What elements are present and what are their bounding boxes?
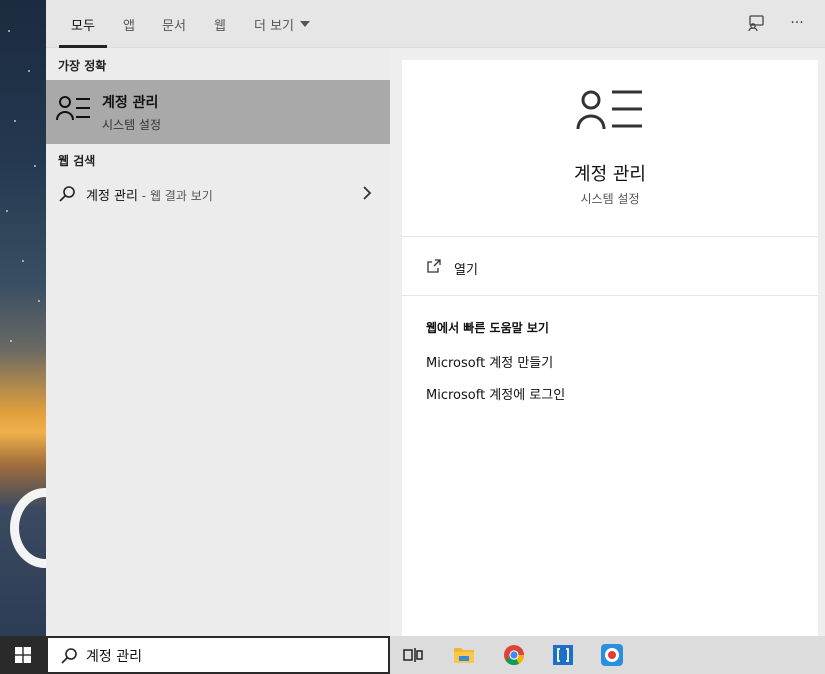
- open-label: 열기: [454, 263, 478, 278]
- divider: [402, 295, 818, 296]
- chevron-right-icon: [363, 186, 372, 200]
- wallpaper-logo: [10, 488, 46, 568]
- search-input[interactable]: [86, 644, 376, 668]
- results-list: 가장 정확 계정 관리 시스템 설정 웹 검색 계정 관리 - 웹 결과 보기: [46, 48, 390, 636]
- filter-tabs: 모두 앱 문서 웹 더 보기 ···: [46, 0, 825, 48]
- task-view-icon[interactable]: [398, 640, 428, 670]
- taskbar-search-box[interactable]: [46, 636, 390, 674]
- help-link-create-account[interactable]: Microsoft 계정 만들기: [426, 352, 553, 371]
- help-heading: 웹에서 빠른 도움말 보기: [426, 321, 549, 335]
- feedback-icon[interactable]: [745, 12, 767, 34]
- chevron-down-icon: [300, 21, 311, 27]
- search-panel: 모두 앱 문서 웹 더 보기 ··· 가장 정확 계정 관리 시스템 설정 웹 …: [46, 0, 825, 636]
- tab-apps[interactable]: 앱: [123, 0, 135, 48]
- open-external-icon: [427, 259, 441, 273]
- web-search-heading: 웹 검색: [58, 154, 96, 168]
- preview-title: 계정 관리: [574, 164, 646, 185]
- tab-web[interactable]: 웹: [214, 0, 226, 48]
- desktop-wallpaper: [0, 0, 46, 636]
- web-result-suffix: - 웹 결과 보기: [137, 189, 213, 203]
- preview-subtitle: 시스템 설정: [580, 192, 640, 206]
- more-options-icon[interactable]: ···: [786, 12, 808, 34]
- tab-documents[interactable]: 문서: [162, 0, 186, 48]
- best-match-heading: 가장 정확: [58, 59, 107, 73]
- file-explorer-icon[interactable]: [449, 640, 479, 670]
- account-list-icon: [576, 90, 642, 130]
- search-icon: [61, 648, 77, 664]
- tab-all[interactable]: 모두: [59, 0, 107, 48]
- app-record-icon[interactable]: [597, 640, 627, 670]
- start-button[interactable]: [0, 636, 46, 674]
- windows-logo-icon: [15, 647, 31, 663]
- best-match-subtitle: 시스템 설정: [102, 118, 162, 132]
- web-result-item[interactable]: 계정 관리 - 웹 결과 보기: [46, 178, 390, 210]
- app-bracket-icon[interactable]: [548, 640, 578, 670]
- tab-more[interactable]: 더 보기: [254, 0, 311, 48]
- best-match-item[interactable]: 계정 관리 시스템 설정: [46, 80, 390, 144]
- search-icon: [59, 186, 75, 202]
- best-match-title: 계정 관리: [102, 95, 159, 111]
- divider: [402, 236, 818, 237]
- chrome-icon[interactable]: [499, 640, 529, 670]
- help-link-sign-in[interactable]: Microsoft 계정에 로그인: [426, 384, 565, 403]
- preview-pane: 계정 관리 시스템 설정 열기 웹에서 빠른 도움말 보기 Microsoft …: [402, 60, 818, 636]
- open-button[interactable]: 열기: [402, 250, 818, 290]
- taskbar: [0, 636, 825, 674]
- account-list-icon: [56, 96, 90, 121]
- web-result-query: 계정 관리: [86, 189, 138, 204]
